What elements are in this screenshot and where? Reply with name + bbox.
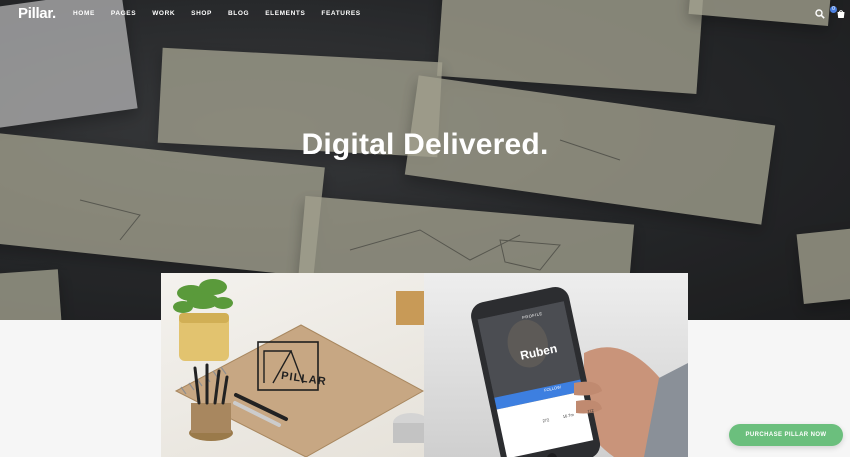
- notebook-illustration: [173, 279, 424, 457]
- menu-item-shop[interactable]: SHOP: [191, 10, 212, 17]
- cart-count-badge: 0: [830, 6, 837, 13]
- main-menu: HOME PAGES WORK SHOP BLOG ELEMENTS FEATU…: [73, 10, 377, 17]
- menu-item-home[interactable]: HOME: [73, 10, 95, 17]
- hero-headline: Digital Delivered.: [301, 128, 549, 161]
- top-navigation: Pillar. HOME PAGES WORK SHOP BLOG ELEMEN…: [0, 0, 850, 28]
- phone-illustration: [471, 286, 688, 457]
- menu-item-blog[interactable]: BLOG: [228, 10, 249, 17]
- cart-icon[interactable]: [836, 9, 846, 19]
- menu-item-features[interactable]: FEATURES: [321, 10, 360, 17]
- purchase-button[interactable]: PURCHASE PILLAR NOW: [729, 424, 843, 446]
- showcase-image-phone: PROFILE Ruben FOLLOW 272 16.7m 112: [424, 273, 688, 457]
- menu-item-pages[interactable]: PAGES: [111, 10, 136, 17]
- site-logo[interactable]: Pillar.: [18, 5, 56, 22]
- showcase-image-notebook: PILLAR: [161, 273, 424, 457]
- search-icon[interactable]: [815, 9, 825, 19]
- menu-item-work[interactable]: WORK: [152, 10, 175, 17]
- menu-item-elements[interactable]: ELEMENTS: [265, 10, 305, 17]
